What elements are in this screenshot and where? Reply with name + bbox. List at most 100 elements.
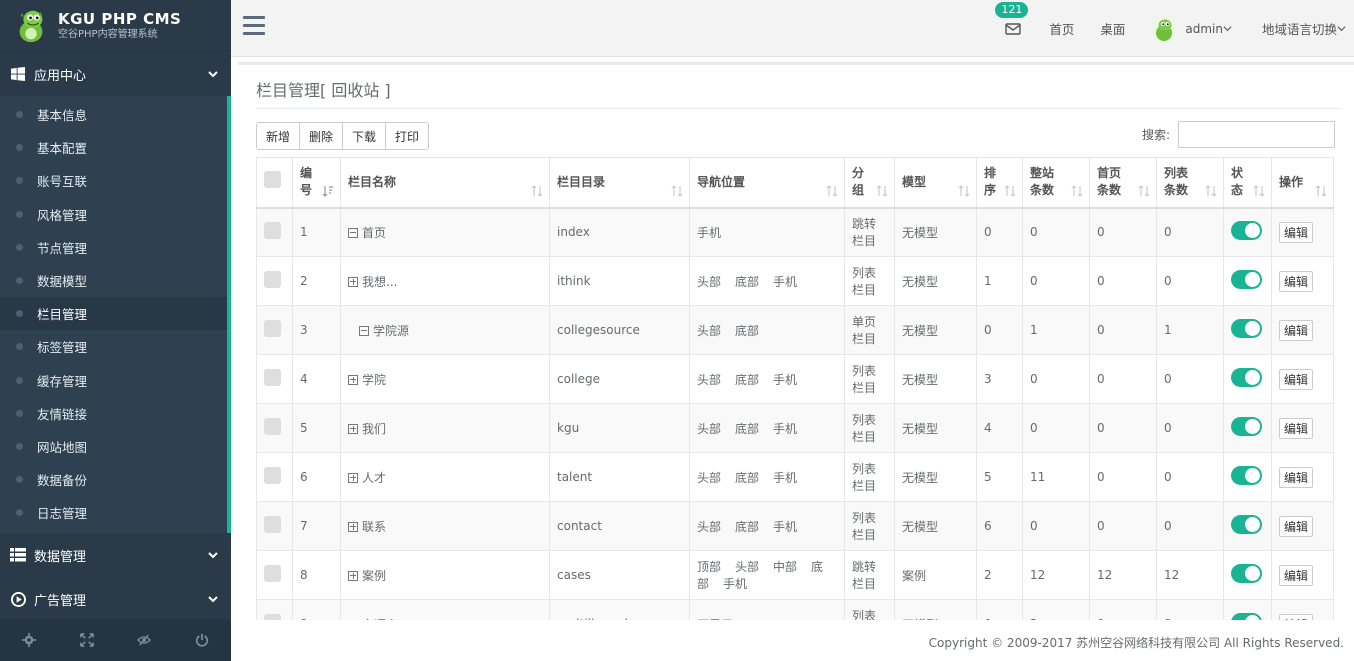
tree-expand-icon[interactable] <box>348 570 358 581</box>
sidebar-item[interactable]: 基本配置 <box>0 131 227 164</box>
sidebar-item[interactable]: 基本信息 <box>0 98 227 131</box>
menu-group-app-center[interactable]: 应用中心 <box>0 52 231 96</box>
row-checkbox[interactable] <box>264 369 281 386</box>
sidebar-item[interactable]: 网站地图 <box>0 430 227 463</box>
select-all-checkbox[interactable] <box>264 171 281 189</box>
cell-site-count: 12 <box>1022 550 1090 600</box>
sidebar-item[interactable]: 数据备份 <box>0 463 227 496</box>
header-status[interactable]: 状态 <box>1223 157 1272 209</box>
sidebar-item[interactable]: 日志管理 <box>0 496 227 529</box>
edit-button[interactable]: 编辑 <box>1279 319 1314 341</box>
gear-icon[interactable] <box>21 633 36 647</box>
row-checkbox[interactable] <box>264 271 281 288</box>
table-row[interactable]: 2 我想... ithink 头部 底部 手机 列表 栏目 无模型 1 0 0 0 编辑 <box>256 256 1334 306</box>
desktop-link[interactable]: 桌面 <box>1100 19 1125 38</box>
nav-position-tag: 手机 <box>773 421 798 436</box>
edit-button[interactable]: 编辑 <box>1279 613 1314 620</box>
menu-group-ad-management[interactable]: 广告管理 <box>0 577 231 622</box>
sidebar-item[interactable]: 友情链接 <box>0 397 227 430</box>
eye-slash-icon[interactable] <box>137 633 152 647</box>
row-checkbox[interactable] <box>264 418 281 435</box>
status-toggle[interactable] <box>1231 466 1262 485</box>
cell-name: 学院 <box>340 354 550 404</box>
row-checkbox[interactable] <box>264 320 281 337</box>
home-link[interactable]: 首页 <box>1049 19 1074 38</box>
header-model[interactable]: 模型 <box>894 157 977 209</box>
nav-position-tag: 头部 <box>697 470 722 485</box>
bullet-dot-icon <box>16 111 23 119</box>
brand[interactable]: KGU PHP CMS 空谷PHP内容管理系统 <box>0 0 231 52</box>
tree-expand-icon[interactable] <box>348 374 358 385</box>
delete-button[interactable]: 删除 <box>299 122 344 150</box>
header-order[interactable]: 排序 <box>976 157 1023 209</box>
edit-button[interactable]: 编辑 <box>1279 515 1314 537</box>
table-row[interactable]: 9多语言multilingual不显示列表栏目无模型0200编辑 <box>256 599 1334 620</box>
header-select-all[interactable] <box>256 157 293 209</box>
edit-button[interactable]: 编辑 <box>1279 564 1314 586</box>
status-toggle[interactable] <box>1231 221 1262 241</box>
status-toggle[interactable] <box>1231 368 1262 387</box>
mail-button[interactable]: 121 <box>995 1 1029 36</box>
tree-collapse-icon[interactable] <box>348 227 358 238</box>
hamburger-menu-icon[interactable] <box>243 16 265 36</box>
edit-button[interactable]: 编辑 <box>1279 466 1314 488</box>
sidebar-item[interactable]: 节点管理 <box>0 231 227 264</box>
status-toggle[interactable] <box>1231 613 1262 620</box>
tree-collapse-icon[interactable] <box>348 619 358 620</box>
header-group[interactable]: 分组 <box>844 157 895 209</box>
tree-collapse-icon[interactable] <box>359 325 369 336</box>
edit-button[interactable]: 编辑 <box>1279 417 1314 439</box>
table-row[interactable]: 6 人才 talent 头部 底部 手机 列表 栏目 无模型 5 11 0 0 编辑 <box>256 452 1334 502</box>
header-home-count[interactable]: 首页 条数 <box>1089 157 1157 209</box>
row-checkbox[interactable] <box>264 565 281 582</box>
expand-icon[interactable] <box>79 633 94 647</box>
header-nav[interactable]: 导航位置 <box>689 157 845 209</box>
menu-group-data-management[interactable]: 数据管理 <box>0 533 231 578</box>
row-checkbox[interactable] <box>264 614 281 620</box>
edit-button[interactable]: 编辑 <box>1279 221 1314 243</box>
table-row[interactable]: 3 学院源 collegesource 头部 底部 单页 栏目 无模型 0 1 0 1 编辑 <box>256 305 1334 355</box>
header-site-count[interactable]: 整站 条数 <box>1022 157 1090 209</box>
topbar-right: 121 首页 桌面 admin 地域语言切换 <box>995 0 1346 57</box>
header-dir[interactable]: 栏目目录 <box>549 157 690 209</box>
tree-expand-icon[interactable] <box>348 276 358 287</box>
download-button[interactable]: 下载 <box>342 122 387 150</box>
header-name[interactable]: 栏目名称 <box>340 157 550 209</box>
edit-button[interactable]: 编辑 <box>1279 270 1314 292</box>
header-id[interactable]: 编号 <box>292 157 341 209</box>
header-list-count[interactable]: 列表 条数 <box>1156 157 1224 209</box>
tree-expand-icon[interactable] <box>348 423 358 434</box>
sidebar-item[interactable]: 标签管理 <box>0 330 227 363</box>
table-row[interactable]: 4 学院 college 头部 底部 手机 列表 栏目 无模型 3 0 0 0 编辑 <box>256 354 1334 404</box>
row-checkbox[interactable] <box>264 467 281 484</box>
sidebar-item[interactable]: 栏目管理 <box>0 297 227 331</box>
tree-expand-icon[interactable] <box>348 472 358 483</box>
cell-home-count: 0 <box>1089 354 1157 404</box>
region-language-switch[interactable]: 地域语言切换 <box>1262 19 1346 38</box>
edit-button[interactable]: 编辑 <box>1279 368 1314 390</box>
table-row[interactable]: 7 联系 contact 头部 底部 手机 列表 栏目 无模型 6 0 0 0 编辑 <box>256 501 1334 551</box>
sidebar-item[interactable]: 风格管理 <box>0 198 227 231</box>
table-row[interactable]: 1 首页 index 手机 跳转 栏目 无模型 0 0 0 0 编辑 <box>256 207 1334 257</box>
sidebar-item[interactable]: 账号互联 <box>0 164 227 197</box>
power-icon[interactable] <box>195 633 209 647</box>
status-toggle[interactable] <box>1231 319 1262 338</box>
add-button[interactable]: 新增 <box>256 122 301 150</box>
status-toggle[interactable] <box>1231 515 1262 534</box>
cell-dir: collegesource <box>549 305 690 355</box>
windows-icon <box>10 66 26 82</box>
status-toggle[interactable] <box>1231 564 1262 583</box>
row-checkbox[interactable] <box>264 222 281 240</box>
status-toggle[interactable] <box>1231 417 1262 436</box>
print-button[interactable]: 打印 <box>385 122 430 150</box>
header-operation[interactable]: 操作 <box>1271 157 1334 209</box>
table-row[interactable]: 8 案例 cases 顶部 头部 中部 底部 手机 跳转 栏目 案例 2 12 12 12 编辑 <box>256 550 1334 600</box>
user-menu[interactable]: admin <box>1151 15 1232 42</box>
row-checkbox[interactable] <box>264 516 281 533</box>
table-row[interactable]: 5 我们 kgu 头部 底部 手机 列表 栏目 无模型 4 0 0 0 编辑 <box>256 403 1334 453</box>
tree-expand-icon[interactable] <box>348 521 358 532</box>
sidebar-item[interactable]: 缓存管理 <box>0 364 227 397</box>
sidebar-item[interactable]: 数据模型 <box>0 264 227 297</box>
search-input[interactable] <box>1178 121 1335 148</box>
status-toggle[interactable] <box>1231 270 1262 289</box>
